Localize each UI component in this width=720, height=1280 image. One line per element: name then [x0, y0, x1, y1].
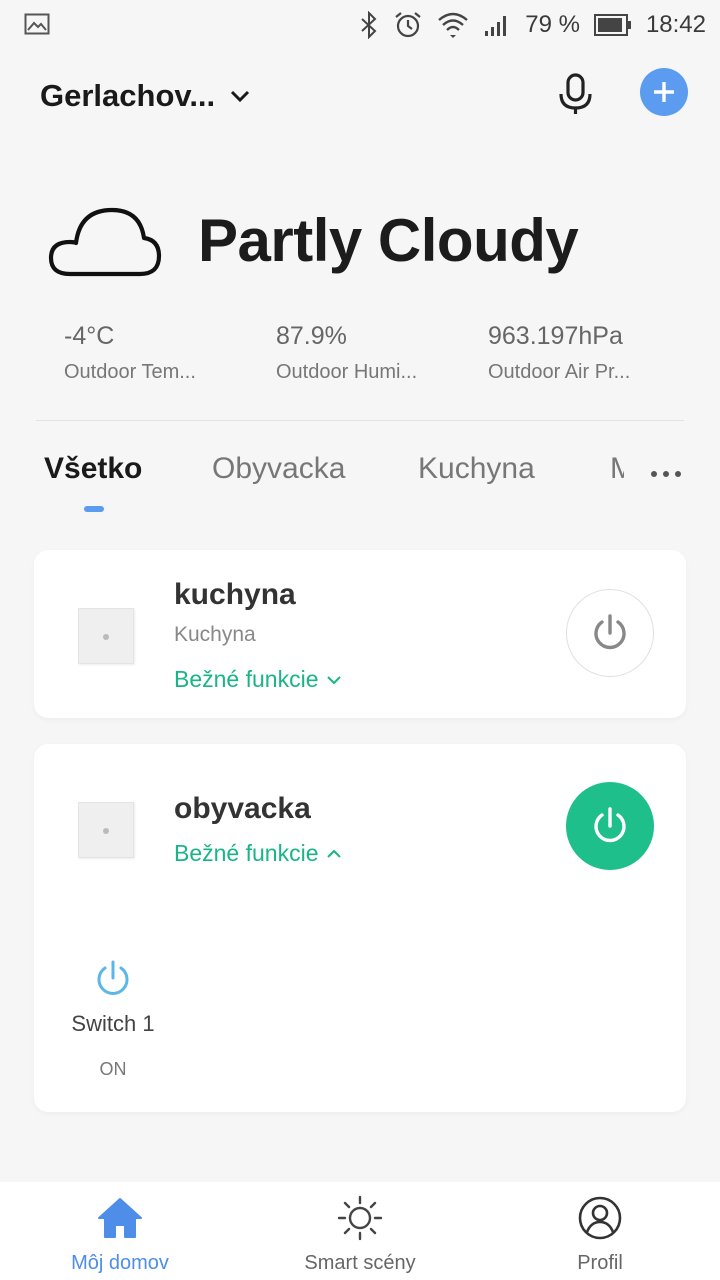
switch-state: ON — [99, 1059, 127, 1079]
device-thumbnail — [78, 608, 134, 664]
device-name: obyvacka — [174, 792, 311, 825]
weather-stat-humidity: 87.9% Outdoor Humi... — [276, 322, 466, 384]
weather-condition: Partly Cloudy — [198, 207, 579, 274]
more-dot — [651, 471, 657, 477]
status-bar: 79 % 18:42 — [0, 0, 720, 50]
power-button[interactable] — [566, 782, 654, 870]
device-card-obyvacka[interactable]: obyvacka Bežné funkcie Switch 1 ON — [34, 744, 686, 1112]
nav-label: Profil — [577, 1252, 623, 1274]
tab-partial-label: M — [610, 452, 624, 485]
device-room: Kuchyna — [174, 623, 256, 646]
wifi-icon — [438, 12, 469, 38]
weather-stat-pressure: 963.197hPa Outdoor Air Pr... — [488, 322, 678, 384]
stat-value: 87.9% — [276, 322, 347, 350]
power-button[interactable] — [566, 589, 654, 677]
stat-label: Outdoor Tem... — [64, 361, 196, 383]
power-icon — [594, 614, 626, 650]
battery-icon — [593, 14, 631, 36]
nav-label: Môj domov — [71, 1252, 169, 1274]
sun-icon — [337, 1195, 383, 1241]
gallery-notification-icon — [24, 13, 50, 35]
stat-value: -4°C — [64, 322, 115, 350]
tab-active-indicator — [84, 506, 104, 512]
chevron-down-icon — [327, 675, 342, 684]
chevron-up-icon — [327, 849, 342, 858]
functions-label: Bežné funkcie — [174, 666, 319, 692]
stat-value: 963.197hPa — [488, 322, 623, 350]
add-device-button[interactable] — [640, 68, 688, 116]
weather-stat-temperature: -4°C Outdoor Tem... — [64, 322, 254, 384]
tab-all[interactable]: Všetko — [44, 452, 142, 486]
microphone-button[interactable] — [554, 70, 598, 118]
nav-smart-scenes[interactable]: Smart scény — [260, 1194, 460, 1275]
functions-toggle[interactable]: Bežné funkcie — [174, 840, 342, 867]
tab-obyvacka[interactable]: Obyvacka — [212, 452, 345, 486]
add-icon — [654, 82, 674, 102]
microphone-icon — [559, 73, 592, 114]
signal-icon — [485, 16, 507, 36]
battery-percent: 79 % — [525, 11, 580, 38]
functions-toggle[interactable]: Bežné funkcie — [174, 666, 342, 693]
more-dot — [663, 471, 669, 477]
chevron-down-icon — [231, 90, 250, 103]
device-name: kuchyna — [174, 578, 296, 611]
cloud-icon — [48, 207, 162, 277]
switch-name: Switch 1 — [71, 1011, 155, 1036]
divider — [36, 420, 684, 421]
switch-1[interactable]: Switch 1 ON — [68, 960, 158, 1080]
power-icon — [594, 807, 626, 843]
nav-label: Smart scény — [304, 1252, 416, 1274]
bluetooth-icon — [361, 11, 377, 39]
home-selector[interactable]: Gerlachov... — [40, 76, 251, 116]
nav-profile[interactable]: Profil — [500, 1194, 700, 1275]
stat-label: Outdoor Humi... — [276, 361, 418, 383]
device-card-kuchyna[interactable]: kuchyna Kuchyna Bežné funkcie — [34, 550, 686, 718]
profile-icon — [578, 1196, 622, 1240]
more-dot — [675, 471, 681, 477]
clock: 18:42 — [645, 11, 706, 38]
tab-partial[interactable]: M — [600, 452, 624, 496]
home-name: Gerlachov... — [40, 78, 216, 113]
bottom-navigation: Môj domov Smart scény Profil — [0, 1182, 720, 1280]
alarm-icon — [395, 12, 421, 38]
nav-my-home[interactable]: Môj domov — [20, 1194, 220, 1275]
tab-kuchyna[interactable]: Kuchyna — [418, 452, 535, 486]
more-tabs-button[interactable] — [646, 456, 686, 492]
stat-label: Outdoor Air Pr... — [488, 361, 631, 383]
home-icon — [98, 1198, 142, 1238]
device-thumbnail — [78, 802, 134, 858]
power-icon — [97, 960, 129, 995]
functions-label: Bežné funkcie — [174, 840, 319, 866]
